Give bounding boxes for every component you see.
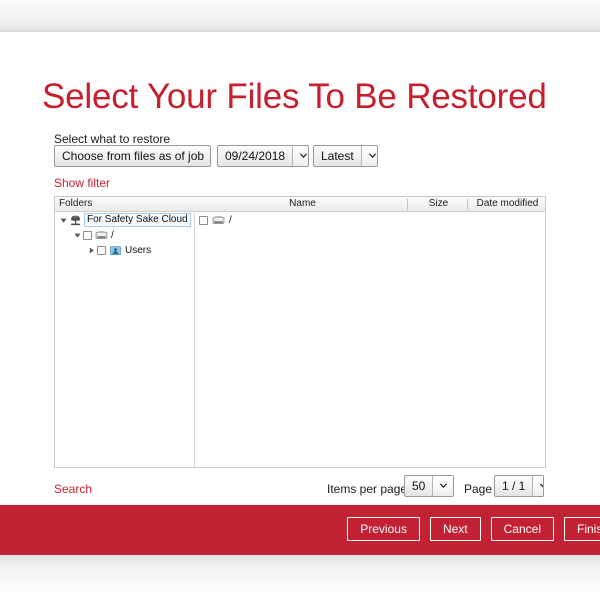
tree-item-label: Users <box>125 244 152 256</box>
cloud-icon <box>69 214 82 227</box>
tree-item-for-safety-sake-cloud[interactable]: For Safety Sake Cloud <box>55 213 194 228</box>
finish-button[interactable]: Finish <box>563 517 600 541</box>
tree-item-users[interactable]: Users <box>55 243 194 258</box>
version-select[interactable]: Latest <box>313 145 378 167</box>
next-button[interactable]: Next <box>429 517 481 541</box>
tree-item-root[interactable]: / <box>55 228 194 243</box>
folder-tree-pane: For Safety Sake Cloud / Users <box>55 213 195 467</box>
items-per-page-label: Items per page <box>327 482 408 496</box>
tree-item-checkbox[interactable] <box>97 246 106 255</box>
items-per-page-value: 50 <box>412 479 426 493</box>
chevron-down-icon <box>532 476 543 496</box>
column-header-folders: Folders <box>59 198 93 209</box>
chevron-collapsed-icon[interactable] <box>86 247 97 254</box>
page-content: Select Your Files To Be Restored Select … <box>0 32 600 505</box>
restore-selector-label: Select what to restore <box>54 132 171 146</box>
column-divider[interactable] <box>467 199 468 210</box>
wizard-footer-buttons: Previous Next Cancel Finish <box>347 517 600 541</box>
below-footer-area <box>0 555 600 600</box>
tree-item-checkbox[interactable] <box>83 231 92 240</box>
chevron-expanded-icon[interactable] <box>58 217 69 224</box>
file-row-checkbox[interactable] <box>199 216 208 225</box>
tree-item-label: / <box>111 229 114 241</box>
disk-icon <box>95 229 108 242</box>
chevron-expanded-icon[interactable] <box>72 232 83 239</box>
column-header-size[interactable]: Size <box>410 198 467 209</box>
users-folder-icon <box>109 244 122 257</box>
page-number-label: Page <box>464 482 493 496</box>
browser-column-header: Folders Name Size Date modified <box>55 197 545 212</box>
wizard-footer: Previous Next Cancel Finish <box>0 505 600 555</box>
file-browser-panel: Folders Name Size Date modified For Safe… <box>54 196 546 468</box>
page-title: Select Your Files To Be Restored <box>42 77 547 117</box>
backup-date-select[interactable]: 09/24/2018 <box>217 145 309 167</box>
file-list-pane: / <box>195 213 545 467</box>
chevron-down-icon <box>432 476 453 496</box>
job-source-select-value: Choose from files as of job <box>62 149 205 163</box>
job-source-select[interactable]: Choose from files as of job <box>54 145 211 167</box>
disk-icon <box>212 214 225 227</box>
file-row-name: / <box>229 215 232 226</box>
page-number-value: 1 / 1 <box>502 479 526 493</box>
previous-button[interactable]: Previous <box>347 517 420 541</box>
cancel-button[interactable]: Cancel <box>490 517 554 541</box>
items-per-page-select[interactable]: 50 <box>404 475 454 497</box>
top-chrome-band <box>0 0 600 31</box>
column-header-name[interactable]: Name <box>195 198 410 209</box>
search-link[interactable]: Search <box>54 482 92 496</box>
chevron-down-icon <box>292 146 308 166</box>
column-divider[interactable] <box>407 199 408 210</box>
tree-item-label: For Safety Sake Cloud <box>84 213 191 227</box>
show-filter-link[interactable]: Show filter <box>54 176 110 190</box>
version-select-value: Latest <box>321 149 354 163</box>
file-list-row[interactable]: / <box>195 213 545 228</box>
page-number-select[interactable]: 1 / 1 <box>494 475 544 497</box>
backup-date-select-value: 09/24/2018 <box>225 149 286 163</box>
column-header-date-modified[interactable]: Date modified <box>470 198 545 209</box>
chevron-down-icon <box>360 146 377 166</box>
